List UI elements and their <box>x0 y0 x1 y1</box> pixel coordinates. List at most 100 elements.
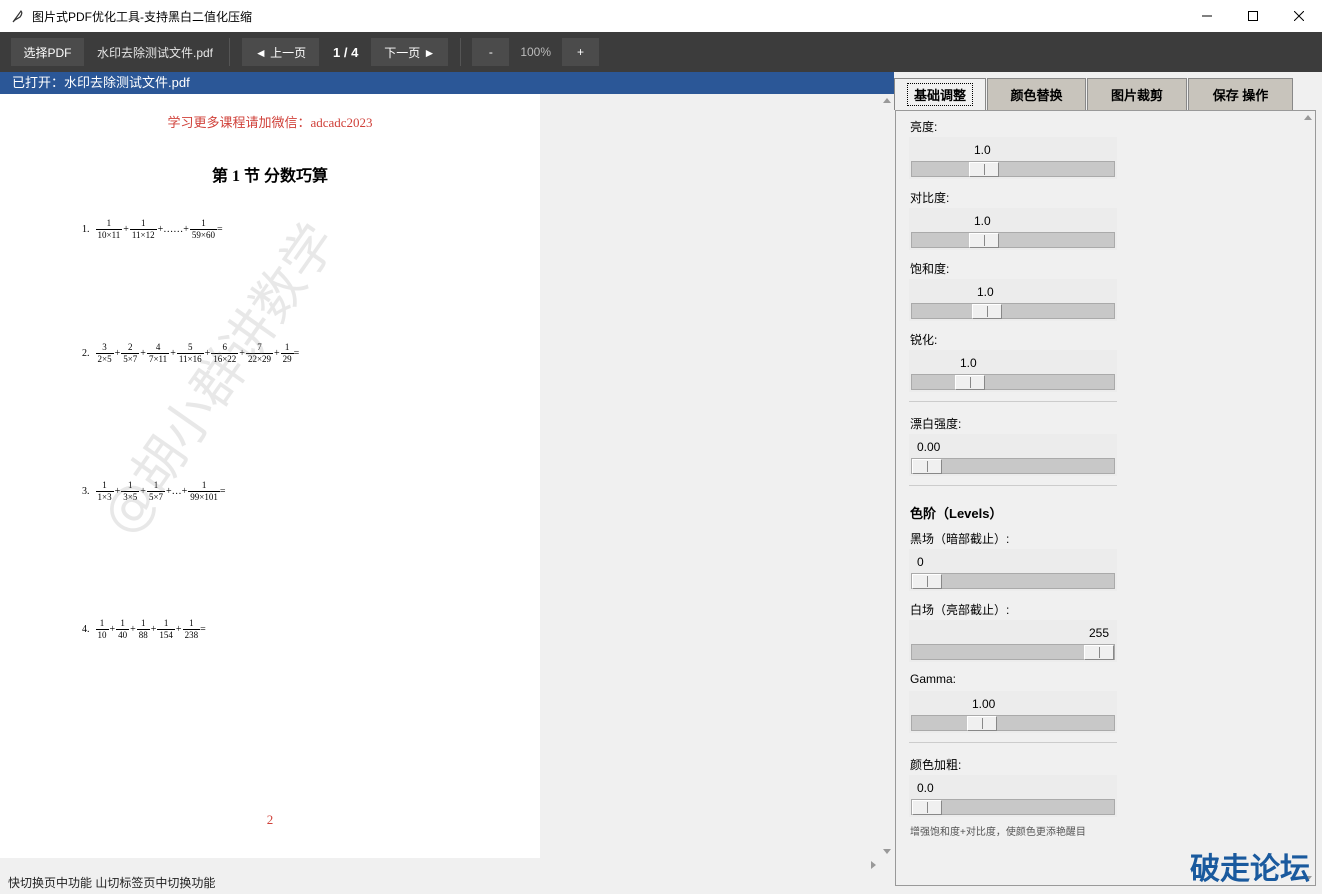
slider-track[interactable] <box>911 303 1115 319</box>
operator: + <box>130 624 136 635</box>
slider-track[interactable] <box>911 644 1115 660</box>
fraction: 1 88 <box>136 618 150 641</box>
contrast-value: 1.0 <box>974 214 991 228</box>
slider-thumb[interactable] <box>969 162 999 177</box>
bold-label: 颜色加粗: <box>910 758 962 772</box>
slider-thumb[interactable] <box>969 233 999 248</box>
numerator: 1 <box>157 618 175 630</box>
sharpen-label: 锐化: <box>910 333 938 347</box>
divider <box>909 742 1117 743</box>
scroll-up-icon[interactable] <box>880 94 894 108</box>
pdf-header-text: 学习更多课程请加微信：adcadc2023 <box>167 115 373 130</box>
slider-thumb[interactable] <box>1084 645 1114 660</box>
operator: + <box>170 348 176 359</box>
viewer-vertical-scrollbar[interactable] <box>880 94 894 858</box>
tab-bar: 基础调整 颜色替换 图片裁剪 保存 操作 <box>894 78 1294 110</box>
pdf-page: 学习更多课程请加微信：adcadc2023 第 1 节 分数巧算 1. 1 10×1… <box>0 94 540 858</box>
denominator: 11×12 <box>131 230 155 240</box>
levels-title: 色阶（Levels） <box>910 506 1003 521</box>
contrast-slider[interactable]: 1.0 <box>909 208 1117 250</box>
pdf-page-number: 2 <box>266 812 274 827</box>
problem-row: 1. 1 10×11 +1 11×12 +……+ 1 59×60 = <box>82 218 223 241</box>
zoom-out-button[interactable]: - <box>472 38 510 66</box>
zoom-in-button[interactable]: + <box>562 38 600 66</box>
gamma-slider[interactable]: 1.00 <box>909 691 1117 733</box>
fraction: 1 154 <box>157 618 175 641</box>
saturation-label: 饱和度: <box>910 262 950 276</box>
panel-scrollbar[interactable] <box>1301 111 1315 885</box>
slider-track[interactable] <box>911 232 1115 248</box>
pdf-heading: 第 1 节 分数巧算 <box>211 168 328 185</box>
viewer-horizontal-scrollbar[interactable] <box>0 858 880 872</box>
slider-thumb[interactable] <box>912 459 942 474</box>
bold-slider[interactable]: 0.0 <box>909 775 1117 817</box>
close-button[interactable] <box>1276 0 1322 32</box>
scroll-right-icon[interactable] <box>866 858 880 872</box>
denominator: 2×5 <box>97 354 112 364</box>
denominator: 59×60 <box>191 230 215 240</box>
next-page-button[interactable]: 下一页 ► <box>371 38 449 66</box>
basic-adjust-panel: 亮度: 1.0 对比度: 1.0 饱和度: 1.0 锐化: 1.0 漂白强度: … <box>895 110 1316 886</box>
problem-number: 1. <box>82 224 90 235</box>
saturation-slider[interactable]: 1.0 <box>909 279 1117 321</box>
gamma-label: Gamma: <box>910 672 957 686</box>
denominator: 5×7 <box>123 354 138 364</box>
slider-track[interactable] <box>911 458 1115 474</box>
title-bar: 图片式PDF优化工具-支持黑白二值化压缩 <box>0 0 1322 32</box>
divider <box>909 485 1117 486</box>
numerator: 1 <box>116 618 130 630</box>
select-pdf-button[interactable]: 选择PDF <box>11 38 84 66</box>
gamma-value: 1.00 <box>972 697 996 711</box>
maximize-icon <box>1248 11 1258 21</box>
slider-track[interactable] <box>911 374 1115 390</box>
denominator: 7×11 <box>148 354 168 364</box>
denominator: 40 <box>118 630 128 640</box>
tab-crop[interactable]: 图片裁剪 <box>1087 78 1187 110</box>
bleach-slider[interactable]: 0.00 <box>909 434 1117 476</box>
problem-row: 4. 1 10 +1 40 +1 88 +1 154 +1 238 = <box>82 618 206 641</box>
numerator: 2 <box>121 342 140 354</box>
numerator: 4 <box>146 342 170 354</box>
operator: +……+ <box>157 224 189 235</box>
slider-track[interactable] <box>911 799 1115 815</box>
slider-thumb[interactable] <box>912 574 942 589</box>
problem-number: 2. <box>82 348 90 359</box>
slider-thumb[interactable] <box>955 375 985 390</box>
slider-thumb[interactable] <box>967 716 997 731</box>
equals: = <box>219 486 226 497</box>
toolbar: 选择PDF 水印去除测试文件.pdf ◄ 上一页 1 / 4 下一页 ► - 1… <box>0 32 1322 72</box>
opened-file-bar: 已打开：水印去除测试文件.pdf <box>0 72 894 94</box>
close-icon <box>1294 11 1304 21</box>
slider-track[interactable] <box>911 715 1115 731</box>
scroll-down-icon[interactable] <box>880 844 894 858</box>
operator: + <box>175 624 182 635</box>
brightness-value: 1.0 <box>974 143 991 157</box>
tab-basic[interactable]: 基础调整 <box>894 78 986 110</box>
numerator: 1 <box>129 218 157 230</box>
status-text: 快切换页中功能 山切标签页中切换功能 <box>8 876 216 890</box>
slider-thumb[interactable] <box>972 304 1002 319</box>
prev-page-button[interactable]: ◄ 上一页 <box>242 38 320 66</box>
forum-logo: 破走论坛 <box>1190 852 1310 887</box>
tab-save[interactable]: 保存 操作 <box>1188 78 1293 110</box>
window-title: 图片式PDF优化工具-支持黑白二值化压缩 <box>32 9 252 24</box>
slider-track[interactable] <box>911 161 1115 177</box>
filename-label: 水印去除测试文件.pdf <box>97 45 214 60</box>
tab-color-replace[interactable]: 颜色替换 <box>987 78 1086 110</box>
contrast-label: 对比度: <box>910 191 950 205</box>
fraction: 1 10×11 <box>95 218 123 241</box>
pdf-canvas[interactable]: 学习更多课程请加微信：adcadc2023 第 1 节 分数巧算 1. 1 10×1… <box>0 94 880 858</box>
slider-thumb[interactable] <box>912 800 942 815</box>
bold-value: 0.0 <box>917 781 934 795</box>
black-point-slider[interactable]: 0 <box>909 549 1117 591</box>
minimize-button[interactable] <box>1184 0 1230 32</box>
denominator: 238 <box>184 630 199 640</box>
scroll-up-icon[interactable] <box>1301 111 1315 125</box>
brightness-slider[interactable]: 1.0 <box>909 137 1117 179</box>
numerator: 1 <box>95 618 109 630</box>
slider-track[interactable] <box>911 573 1115 589</box>
sharpen-slider[interactable]: 1.0 <box>909 350 1117 392</box>
maximize-button[interactable] <box>1230 0 1276 32</box>
zoom-level: 100% <box>520 45 552 59</box>
white-point-slider[interactable]: 255 <box>909 620 1117 662</box>
